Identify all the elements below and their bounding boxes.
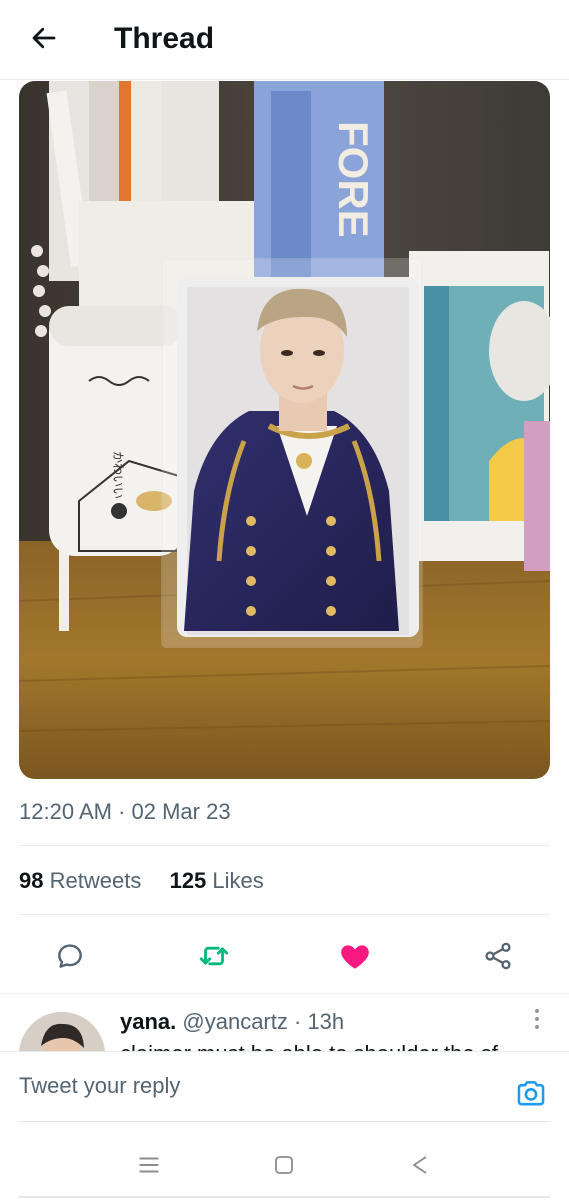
retweets-label[interactable]: Retweets: [50, 868, 142, 893]
heart-filled-icon: [341, 945, 369, 969]
avatar-image: [19, 1012, 105, 1051]
home-button[interactable]: [269, 1150, 299, 1180]
bottom-edge-line: [19, 1196, 550, 1198]
system-navigation-bar: [0, 1130, 569, 1200]
share-icon: [485, 942, 511, 970]
svg-text:FORE: FORE: [330, 121, 377, 238]
divider: [19, 845, 550, 846]
reply-header: yana. @yancartz · 13h: [120, 1008, 344, 1036]
dot: [535, 1009, 539, 1013]
dot: [535, 1025, 539, 1029]
back-nav-button[interactable]: [405, 1150, 435, 1180]
dot: [535, 1017, 539, 1021]
svg-text:かわいい: かわいい: [111, 451, 125, 499]
likes-label[interactable]: Likes: [212, 868, 263, 893]
recent-apps-button[interactable]: [134, 1150, 164, 1180]
divider: [19, 914, 550, 915]
reply-text: claimer must be able to shoulder the sf: [120, 1040, 498, 1051]
back-triangle-icon: [413, 1156, 427, 1174]
tweet-timestamp: 12:20 AM · 02 Mar 23: [19, 799, 231, 824]
divider: [19, 1121, 550, 1122]
tweet-actions: [0, 934, 569, 978]
share-button[interactable]: [478, 936, 518, 976]
back-button[interactable]: [26, 20, 62, 56]
reply-author-name[interactable]: yana.: [120, 1009, 176, 1034]
reply-bubble-icon: [58, 944, 82, 968]
menu-icon: [139, 1157, 159, 1173]
more-options-button[interactable]: [526, 1006, 548, 1032]
tweet-stats: 98 Retweets 125 Likes: [19, 867, 264, 895]
retweet-icon: [199, 946, 229, 966]
tweet-photo: FORE かわいい: [19, 81, 550, 779]
camera-button[interactable]: [512, 1074, 550, 1112]
reply-time: · 13h: [294, 1009, 345, 1034]
page-title: Thread: [114, 22, 215, 55]
reply-button[interactable]: [50, 936, 90, 976]
reply-tweet[interactable]: yana. @yancartz · 13h claimer must be ab…: [0, 993, 569, 1051]
retweets-count[interactable]: 98: [19, 868, 43, 893]
tweet-image[interactable]: FORE かわいい: [19, 81, 550, 779]
reply-input[interactable]: [19, 1068, 489, 1104]
avatar[interactable]: [19, 1012, 105, 1051]
reply-author-handle[interactable]: @yancartz: [182, 1009, 287, 1034]
reply-composer: [0, 1051, 569, 1121]
camera-icon: [517, 1081, 545, 1106]
top-bar: Thread: [0, 0, 569, 80]
retweet-button[interactable]: [194, 936, 234, 976]
home-square-icon: [275, 1156, 293, 1174]
likes-count[interactable]: 125: [170, 868, 207, 893]
like-button[interactable]: [335, 936, 375, 976]
arrow-left-icon: [32, 27, 56, 49]
